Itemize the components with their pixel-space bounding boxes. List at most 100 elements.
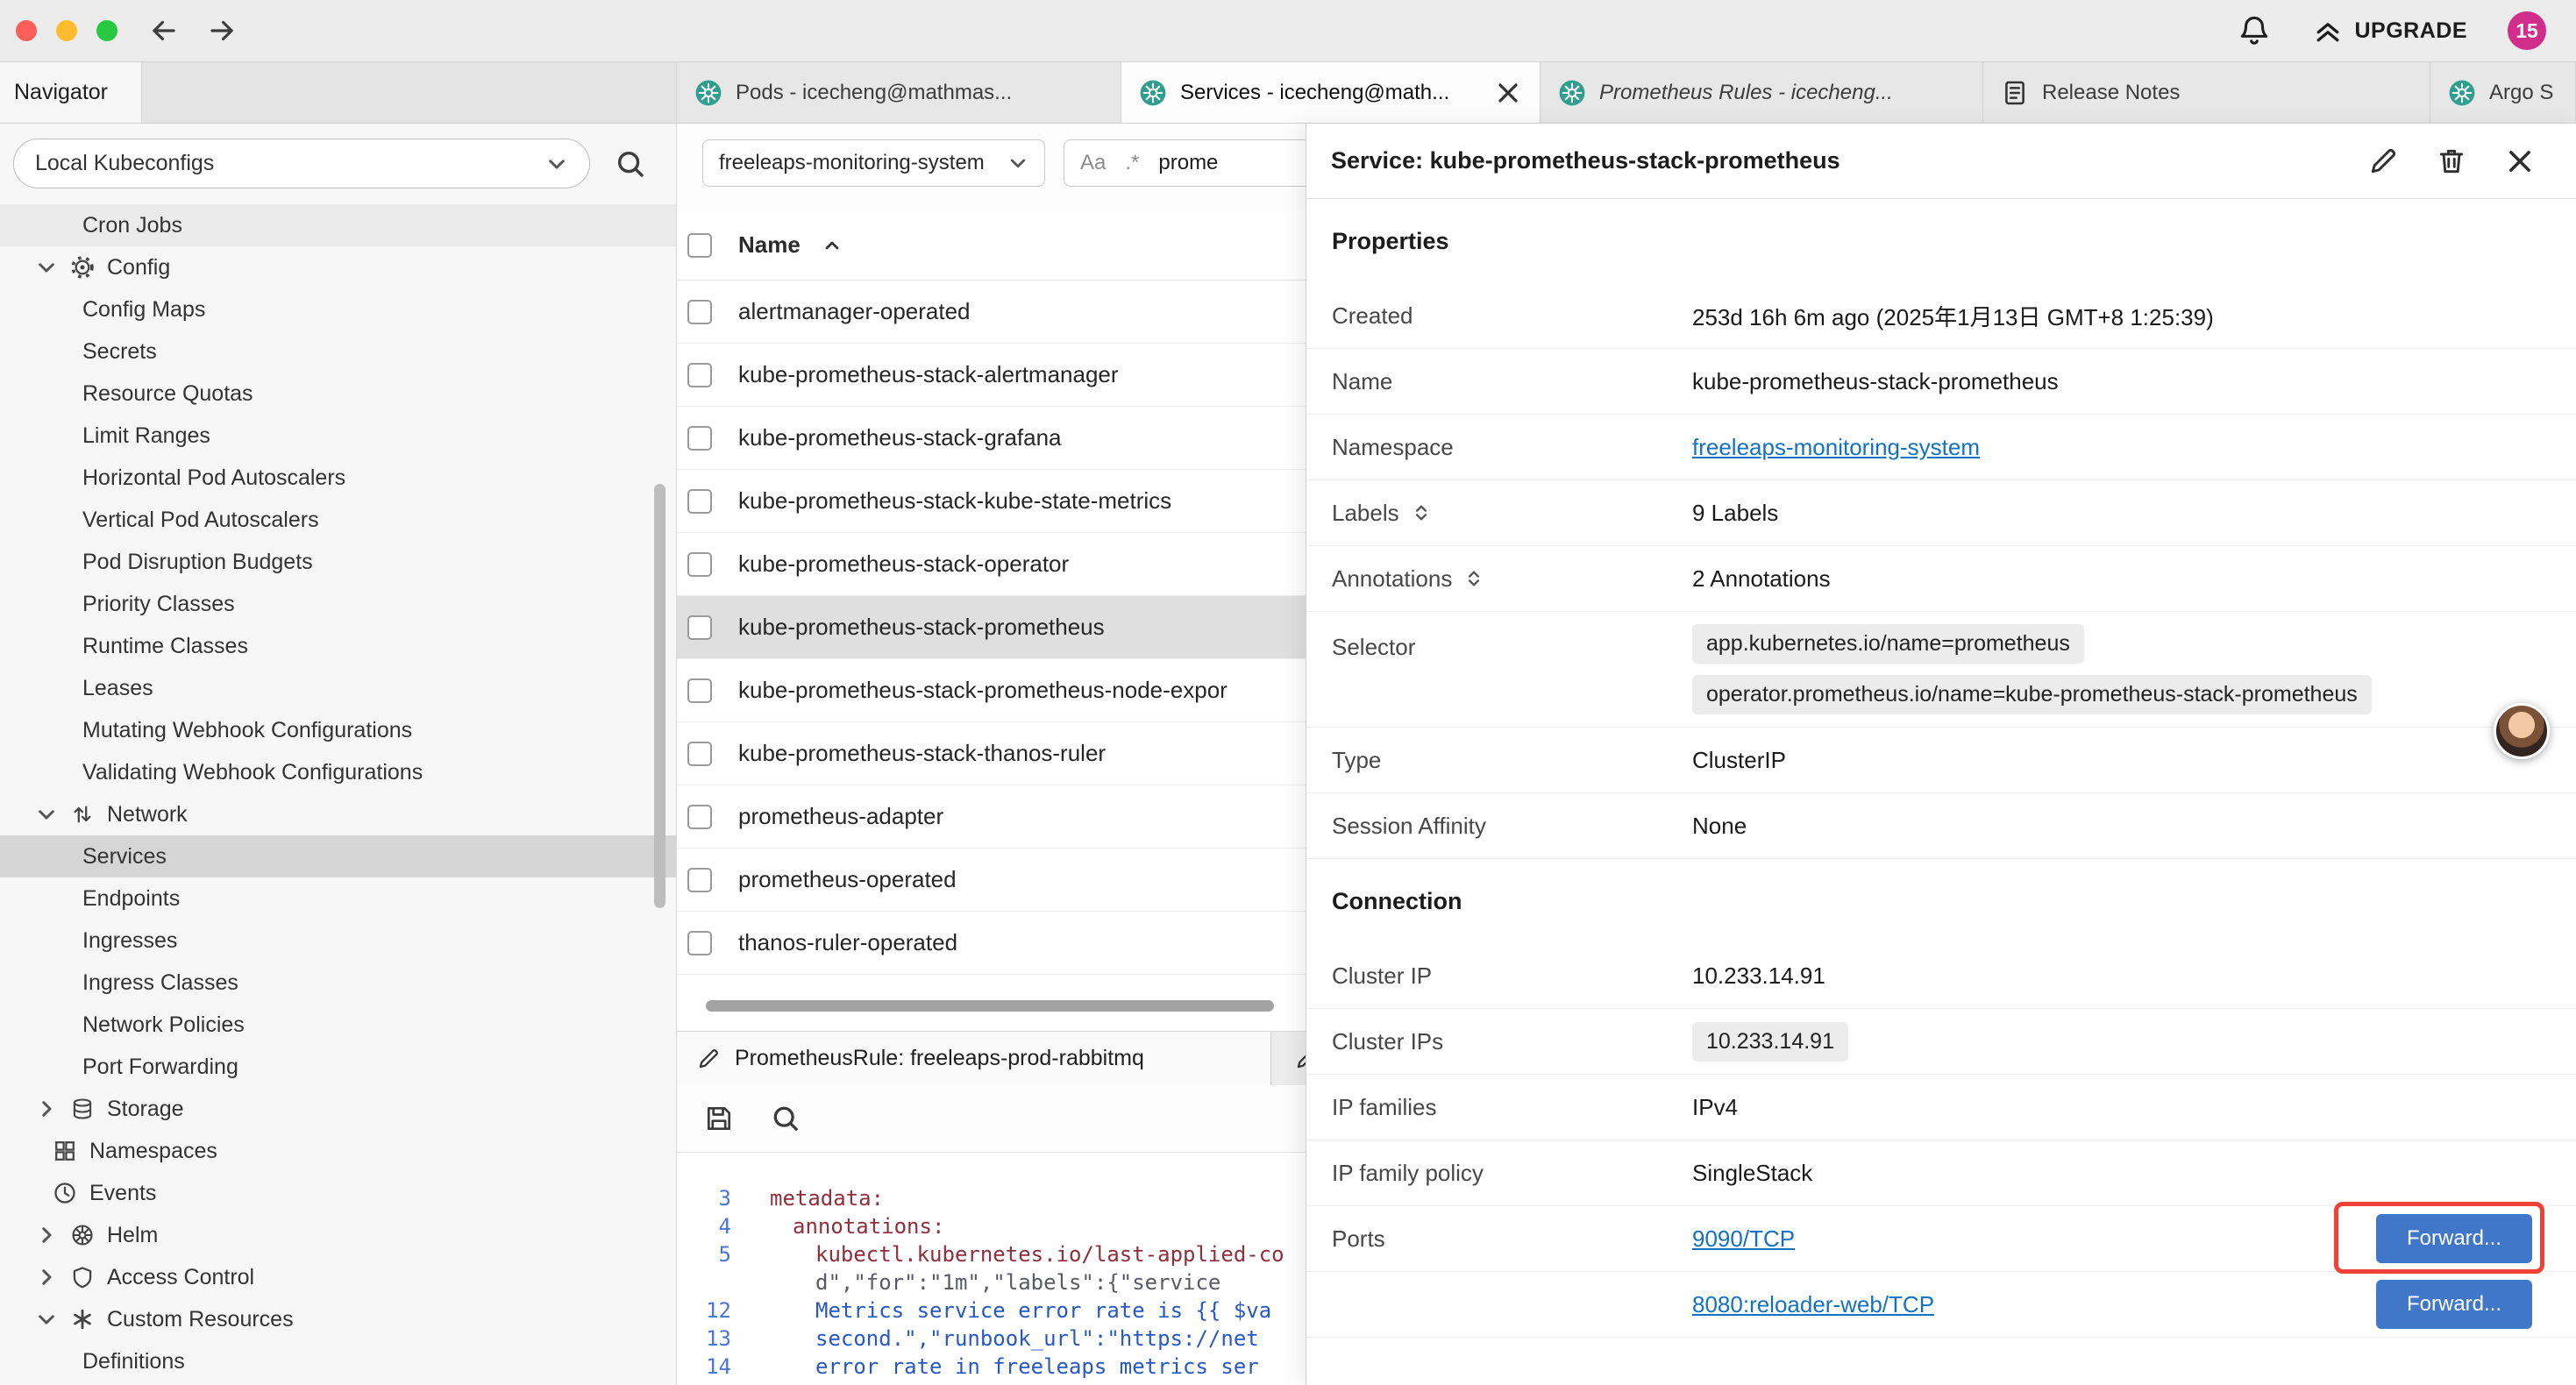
sidebar-item-network[interactable]: Network	[0, 793, 676, 835]
sidebar-item-endpoints[interactable]: Endpoints	[0, 877, 676, 920]
sidebar-item-ingresses[interactable]: Ingresses	[0, 920, 676, 962]
notifications-bell-icon[interactable]	[2237, 13, 2272, 48]
sidebar-item-config-maps[interactable]: Config Maps	[0, 288, 676, 330]
yaml-editor[interactable]: 3metadata:4annotations:5kubectl.kubernet…	[677, 1153, 1306, 1385]
port-link[interactable]: 8080:reloader-web/TCP	[1692, 1291, 1934, 1318]
sidebar-item-storage[interactable]: Storage	[0, 1088, 676, 1130]
forward-button[interactable]: Forward...	[2376, 1214, 2532, 1263]
table-row-kube-prometheus-stack-operator[interactable]: kube-prometheus-stack-operator	[677, 533, 1306, 596]
sidebar-item-port-forwarding[interactable]: Port Forwarding	[0, 1046, 676, 1088]
sidebar-item-config[interactable]: Config	[0, 246, 676, 288]
namespace-link[interactable]: freeleaps-monitoring-system	[1692, 434, 1980, 461]
chevron-right-icon[interactable]	[35, 1097, 58, 1120]
sidebar-item-helm[interactable]: Helm	[0, 1214, 676, 1256]
tab-argo-s[interactable]: Argo S	[2430, 62, 2576, 123]
search-input[interactable]: Aa .* prome	[1064, 139, 1306, 187]
tab-prometheus-rules-icecheng[interactable]: Prometheus Rules - icecheng...	[1541, 62, 1983, 123]
table-row-kube-prometheus-stack-prometheus-node-expor[interactable]: kube-prometheus-stack-prometheus-node-ex…	[677, 659, 1306, 722]
row-checkbox[interactable]	[687, 805, 712, 829]
tab-release-notes[interactable]: Release Notes	[1983, 62, 2430, 123]
sidebar-item-priority-classes[interactable]: Priority Classes	[0, 583, 676, 625]
row-checkbox[interactable]	[687, 363, 712, 387]
table-row-kube-prometheus-stack-alertmanager[interactable]: kube-prometheus-stack-alertmanager	[677, 344, 1306, 407]
chevron-right-icon[interactable]	[35, 1224, 58, 1246]
sidebar-item-horizontal-pod-autoscalers[interactable]: Horizontal Pod Autoscalers	[0, 457, 676, 499]
table-row-prometheus-operated[interactable]: prometheus-operated	[677, 849, 1306, 912]
table-row-alertmanager-operated[interactable]: alertmanager-operated	[677, 281, 1306, 344]
close-panel-button[interactable]	[2504, 146, 2536, 177]
sidebar-item-custom-resources[interactable]: Custom Resources	[0, 1298, 676, 1340]
sidebar-item-vertical-pod-autoscalers[interactable]: Vertical Pod Autoscalers	[0, 499, 676, 541]
namespace-selector[interactable]: freeleaps-monitoring-system	[702, 139, 1045, 187]
editor-tab-prometheusrule[interactable]: PrometheusRule: freeleaps-prod-rabbitmq	[677, 1032, 1271, 1085]
table-row-kube-prometheus-stack-prometheus[interactable]: kube-prometheus-stack-prometheus	[677, 596, 1306, 659]
select-all-checkbox[interactable]	[687, 233, 712, 258]
edit-button[interactable]	[2367, 146, 2399, 177]
sidebar-item-resource-quotas[interactable]: Resource Quotas	[0, 373, 676, 415]
sidebar-item-limit-ranges[interactable]: Limit Ranges	[0, 415, 676, 457]
table-row-kube-prometheus-stack-thanos-ruler[interactable]: kube-prometheus-stack-thanos-ruler	[677, 722, 1306, 785]
chevron-down-icon[interactable]	[35, 256, 58, 279]
row-checkbox[interactable]	[687, 615, 712, 640]
minimize-window-button[interactable]	[56, 20, 77, 41]
sidebar-item-pod-disruption-budgets[interactable]: Pod Disruption Budgets	[0, 541, 676, 583]
sidebar-item-network-policies[interactable]: Network Policies	[0, 1004, 676, 1046]
close-icon[interactable]	[1494, 79, 1522, 107]
sidebar-item-mutating-webhook-configurations[interactable]: Mutating Webhook Configurations	[0, 709, 676, 751]
kubeconfig-selector[interactable]: Local Kubeconfigs	[13, 138, 590, 188]
sidebar-item-secrets[interactable]: Secrets	[0, 330, 676, 373]
tab-pods-icecheng-mathmas[interactable]: Pods - icecheng@mathmas...	[677, 62, 1121, 123]
sidebar-item-leases[interactable]: Leases	[0, 667, 676, 709]
row-checkbox[interactable]	[687, 552, 712, 577]
chevron-down-icon[interactable]	[35, 803, 58, 826]
assistant-avatar[interactable]	[2494, 703, 2550, 759]
table-row-prometheus-adapter[interactable]: prometheus-adapter	[677, 785, 1306, 849]
upgrade-button[interactable]: UPGRADE	[2312, 15, 2467, 46]
sidebar-item-definitions[interactable]: Definitions	[0, 1340, 676, 1382]
sidebar-item-events[interactable]: Events	[0, 1172, 676, 1214]
sidebar-item-ingress-classes[interactable]: Ingress Classes	[0, 962, 676, 1004]
row-checkbox[interactable]	[687, 742, 712, 766]
sort-icon[interactable]	[1410, 501, 1433, 524]
row-checkbox[interactable]	[687, 426, 712, 451]
sidebar-item-access-control[interactable]: Access Control	[0, 1256, 676, 1298]
table-row-thanos-ruler-operated[interactable]: thanos-ruler-operated	[677, 912, 1306, 975]
match-case-toggle[interactable]: Aa	[1080, 151, 1106, 175]
editor-tab-partial[interactable]	[1271, 1032, 1306, 1085]
tab-services-icecheng-math[interactable]: Services - icecheng@math...	[1121, 62, 1541, 123]
sort-ascending-icon[interactable]	[822, 235, 843, 256]
sidebar-item-label: Access Control	[107, 1265, 254, 1290]
delete-button[interactable]	[2436, 146, 2467, 177]
sidebar-item-validating-webhook-configurations[interactable]: Validating Webhook Configurations	[0, 751, 676, 793]
forward-button[interactable]	[205, 14, 238, 47]
sidebar-vertical-scrollbar[interactable]	[654, 484, 665, 908]
port-link[interactable]: 9090/TCP	[1692, 1225, 1795, 1253]
notification-count-badge[interactable]: 15	[2508, 11, 2546, 50]
row-checkbox[interactable]	[687, 300, 712, 324]
editor-line: 14error rate in freeleaps metrics ser	[677, 1353, 1306, 1381]
save-icon[interactable]	[703, 1103, 735, 1134]
sidebar-item-label: Horizontal Pod Autoscalers	[82, 465, 345, 491]
back-button[interactable]	[147, 14, 181, 47]
horizontal-scrollbar[interactable]	[706, 1000, 1274, 1012]
row-checkbox[interactable]	[687, 489, 712, 514]
row-checkbox[interactable]	[687, 868, 712, 892]
row-checkbox[interactable]	[687, 678, 712, 703]
sidebar-item-namespaces[interactable]: Namespaces	[0, 1130, 676, 1172]
table-row-kube-prometheus-stack-kube-state-metrics[interactable]: kube-prometheus-stack-kube-state-metrics	[677, 470, 1306, 533]
sidebar-item-cron-jobs[interactable]: Cron Jobs	[0, 204, 676, 246]
forward-button[interactable]: Forward...	[2376, 1280, 2532, 1329]
regex-toggle[interactable]: .*	[1125, 151, 1139, 175]
sidebar-item-runtime-classes[interactable]: Runtime Classes	[0, 625, 676, 667]
close-window-button[interactable]	[16, 20, 37, 41]
chevron-down-icon[interactable]	[35, 1308, 58, 1331]
row-checkbox[interactable]	[687, 931, 712, 955]
sort-icon[interactable]	[1462, 567, 1485, 590]
chevron-right-icon[interactable]	[35, 1266, 58, 1289]
sidebar-search-icon[interactable]	[614, 147, 647, 181]
table-row-kube-prometheus-stack-grafana[interactable]: kube-prometheus-stack-grafana	[677, 407, 1306, 470]
maximize-window-button[interactable]	[96, 20, 117, 41]
editor-search-icon[interactable]	[770, 1103, 801, 1134]
column-header-name[interactable]: Name	[738, 231, 801, 259]
sidebar-item-services[interactable]: Services	[0, 835, 676, 877]
